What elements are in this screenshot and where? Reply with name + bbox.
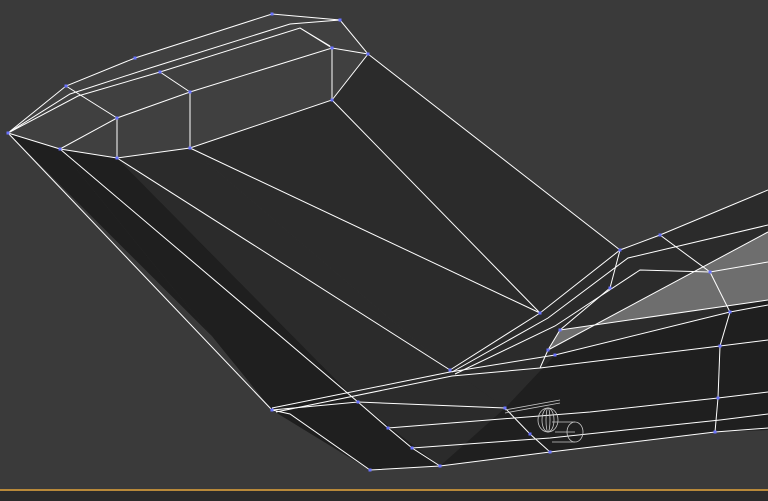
mesh-vertex[interactable] — [448, 368, 452, 372]
mesh-vertex[interactable] — [64, 84, 68, 88]
mesh-vertex[interactable] — [658, 233, 662, 237]
mesh-vertex[interactable] — [553, 353, 557, 357]
mesh-vertex[interactable] — [115, 116, 119, 120]
perspective-viewport[interactable] — [0, 0, 768, 501]
mesh-vertex[interactable] — [158, 70, 162, 74]
mesh-vertex[interactable] — [188, 146, 192, 150]
mesh-vertex[interactable] — [718, 344, 722, 348]
mesh-vertex[interactable] — [6, 131, 10, 135]
mesh-vertex[interactable] — [330, 46, 334, 50]
mesh-vertex[interactable] — [503, 406, 507, 410]
mesh-vertex[interactable] — [438, 464, 442, 468]
mesh-vertex[interactable] — [716, 396, 720, 400]
mesh-vertex[interactable] — [366, 52, 370, 56]
mesh-vertex[interactable] — [270, 408, 274, 412]
mesh-vertex[interactable] — [58, 147, 62, 151]
mesh-vertex[interactable] — [728, 310, 732, 314]
mesh-vertex[interactable] — [368, 468, 372, 472]
mesh-vertex[interactable] — [356, 400, 360, 404]
mesh-vertex[interactable] — [548, 450, 552, 454]
mesh-vertex[interactable] — [330, 98, 334, 102]
mesh-vertex[interactable] — [115, 156, 119, 160]
mesh-vertex[interactable] — [713, 430, 717, 434]
mesh-vertex[interactable] — [546, 348, 550, 352]
mesh-vertex[interactable] — [133, 56, 137, 60]
mesh-vertex[interactable] — [338, 18, 342, 22]
mesh-wireframe-view[interactable] — [0, 0, 768, 501]
mesh-vertex[interactable] — [528, 432, 532, 436]
viewport-footer — [0, 491, 768, 501]
mesh-vertex[interactable] — [386, 426, 390, 430]
mesh-vertex[interactable] — [410, 446, 414, 450]
mesh-vertex[interactable] — [558, 328, 562, 332]
mesh-vertex[interactable] — [270, 12, 274, 16]
mesh-vertex[interactable] — [618, 248, 622, 252]
mesh-vertex[interactable] — [708, 270, 712, 274]
mesh-vertex[interactable] — [538, 311, 542, 315]
mesh-vertex[interactable] — [188, 90, 192, 94]
mesh-vertex[interactable] — [608, 286, 612, 290]
